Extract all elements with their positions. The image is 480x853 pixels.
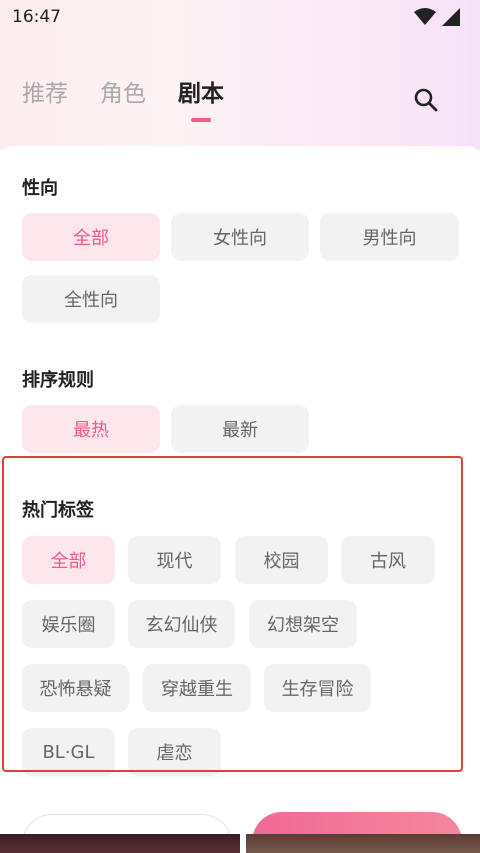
orientation-title: 性向 [22, 178, 58, 199]
sort-chip-hottest[interactable]: 最热 [22, 405, 160, 453]
content-thumbnail [0, 834, 240, 853]
tab-character[interactable]: 角色 [100, 78, 146, 110]
orientation-chip-universal[interactable]: 全性向 [22, 275, 160, 323]
signal-icon [442, 8, 460, 26]
tag-chip[interactable]: 恐怖悬疑 [22, 664, 129, 712]
tag-chip[interactable]: BL·GL [22, 728, 115, 776]
tag-chip[interactable]: 生存冒险 [264, 664, 371, 712]
tag-chip[interactable]: 幻想架空 [249, 600, 357, 648]
top-tabs: 推荐 角色 剧本 [22, 78, 224, 122]
wifi-icon [414, 8, 436, 25]
status-icons [414, 8, 460, 26]
tag-chip[interactable]: 娱乐圈 [22, 600, 115, 648]
tag-chip[interactable]: 现代 [128, 536, 221, 584]
tag-chip[interactable]: 玄幻仙侠 [128, 600, 235, 648]
tab-script-label: 剧本 [178, 81, 224, 107]
tab-recommend[interactable]: 推荐 [22, 78, 68, 110]
orientation-chip-female[interactable]: 女性向 [171, 213, 309, 261]
tag-chip[interactable]: 全部 [22, 536, 115, 584]
content-thumbnail [246, 834, 480, 853]
tag-chip[interactable]: 古风 [341, 536, 435, 584]
tab-script[interactable]: 剧本 [178, 78, 224, 122]
status-bar: 16:47 [0, 0, 480, 34]
tag-chip[interactable]: 穿越重生 [143, 664, 251, 712]
search-button[interactable] [412, 86, 440, 114]
orientation-chip-all[interactable]: 全部 [22, 213, 160, 261]
status-time: 16:47 [12, 7, 61, 27]
tag-chip[interactable]: 校园 [235, 536, 328, 584]
bottom-area [0, 778, 480, 853]
sort-title: 排序规则 [22, 370, 94, 391]
search-icon [414, 88, 438, 112]
tab-active-indicator [191, 118, 211, 122]
hot-tags-title: 热门标签 [22, 500, 94, 521]
sort-chip-newest[interactable]: 最新 [171, 405, 309, 453]
tag-chip[interactable]: 虐恋 [128, 728, 221, 776]
orientation-chip-male[interactable]: 男性向 [320, 213, 459, 261]
